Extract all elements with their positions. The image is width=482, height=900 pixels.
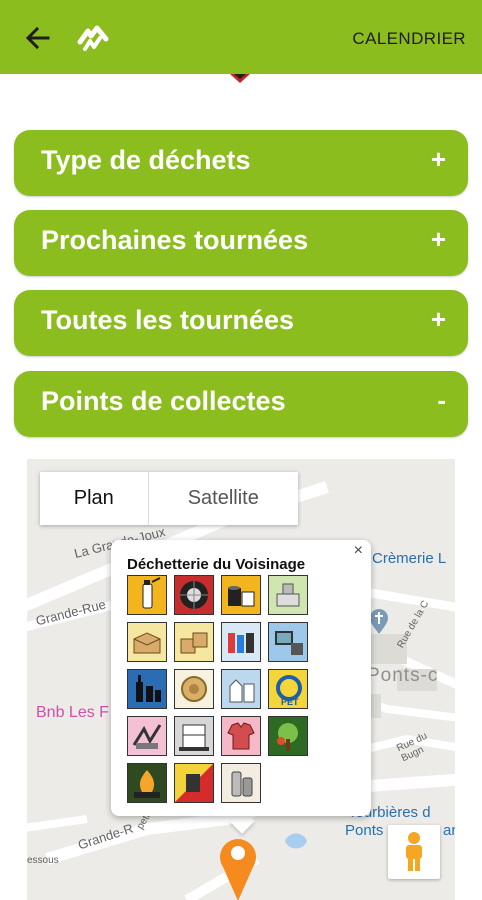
textiles-icon [221, 716, 261, 756]
appliances-icon [174, 716, 214, 756]
coffee-capsule-icon [174, 669, 214, 709]
section-all-rounds[interactable]: Toutes les tournées + [14, 290, 468, 356]
pegman-icon [406, 832, 422, 871]
info-window: Déchetterie du Voisinage × PET [111, 540, 371, 816]
pet-recycling-icon: PET [268, 669, 308, 709]
app-bar: CALENDRIER [0, 0, 482, 74]
map-view[interactable]: La Grande-Joux Grande-Rue Grande-R Rue d… [27, 459, 455, 900]
green-waste-icon [268, 716, 308, 756]
poi-bnb[interactable]: Bnb Les F [36, 704, 109, 722]
plastic-bottles-icon [221, 669, 261, 709]
close-icon[interactable]: × [354, 542, 363, 560]
expand-icon: + [430, 224, 446, 254]
map-type-satellite-button[interactable]: Satellite [149, 472, 298, 525]
section-collection-points[interactable]: Points de collectes - [14, 371, 468, 437]
spray-can-icon [127, 575, 167, 615]
section-title: Toutes les tournées [41, 305, 295, 335]
section-title: Prochaines tournées [41, 225, 309, 255]
poi-tourbieres-line3: ar [443, 822, 455, 839]
section-title: Type de déchets [41, 145, 251, 175]
kitchen-utensils-icon [268, 575, 308, 615]
info-window-title: Déchetterie du Voisinage [127, 556, 306, 573]
svg-text:PET: PET [281, 697, 299, 707]
section-title: Points de collectes [41, 386, 286, 416]
aluminium-cans-icon [221, 763, 261, 803]
map-type-plan-button[interactable]: Plan [40, 472, 149, 525]
waste-oil-icon [174, 763, 214, 803]
batteries-icon [221, 622, 261, 662]
street-view-button[interactable] [388, 825, 440, 879]
collapse-icon: - [437, 385, 446, 415]
cardboard-boxes-icon [174, 622, 214, 662]
glass-bottles-icon [127, 669, 167, 709]
poi-cremerie[interactable]: Crèmerie L [372, 550, 446, 567]
calendar-button[interactable]: CALENDRIER [352, 29, 466, 49]
poi-tourbieres-line2: Ponts [345, 822, 384, 839]
map-type-control: Plan Satellite [40, 472, 298, 525]
m-logo-icon[interactable] [76, 22, 110, 54]
place-label: Ponts-c [367, 665, 439, 686]
arrow-left-icon[interactable] [22, 22, 54, 54]
expand-icon: + [430, 304, 446, 334]
fire-hazard-icon [127, 763, 167, 803]
paint-cans-icon [221, 575, 261, 615]
tire-icon [174, 575, 214, 615]
section-waste-types[interactable]: Type de déchets + [14, 130, 468, 196]
section-next-rounds[interactable]: Prochaines tournées + [14, 210, 468, 276]
church-marker-icon[interactable] [369, 608, 389, 634]
shield-icon [230, 74, 250, 83]
road-label: essous [27, 855, 59, 866]
scrap-metal-icon [127, 716, 167, 756]
electronics-icon [268, 622, 308, 662]
cardboard-box-icon [127, 622, 167, 662]
expand-icon: + [430, 144, 446, 174]
location-pin-icon[interactable] [217, 829, 259, 900]
